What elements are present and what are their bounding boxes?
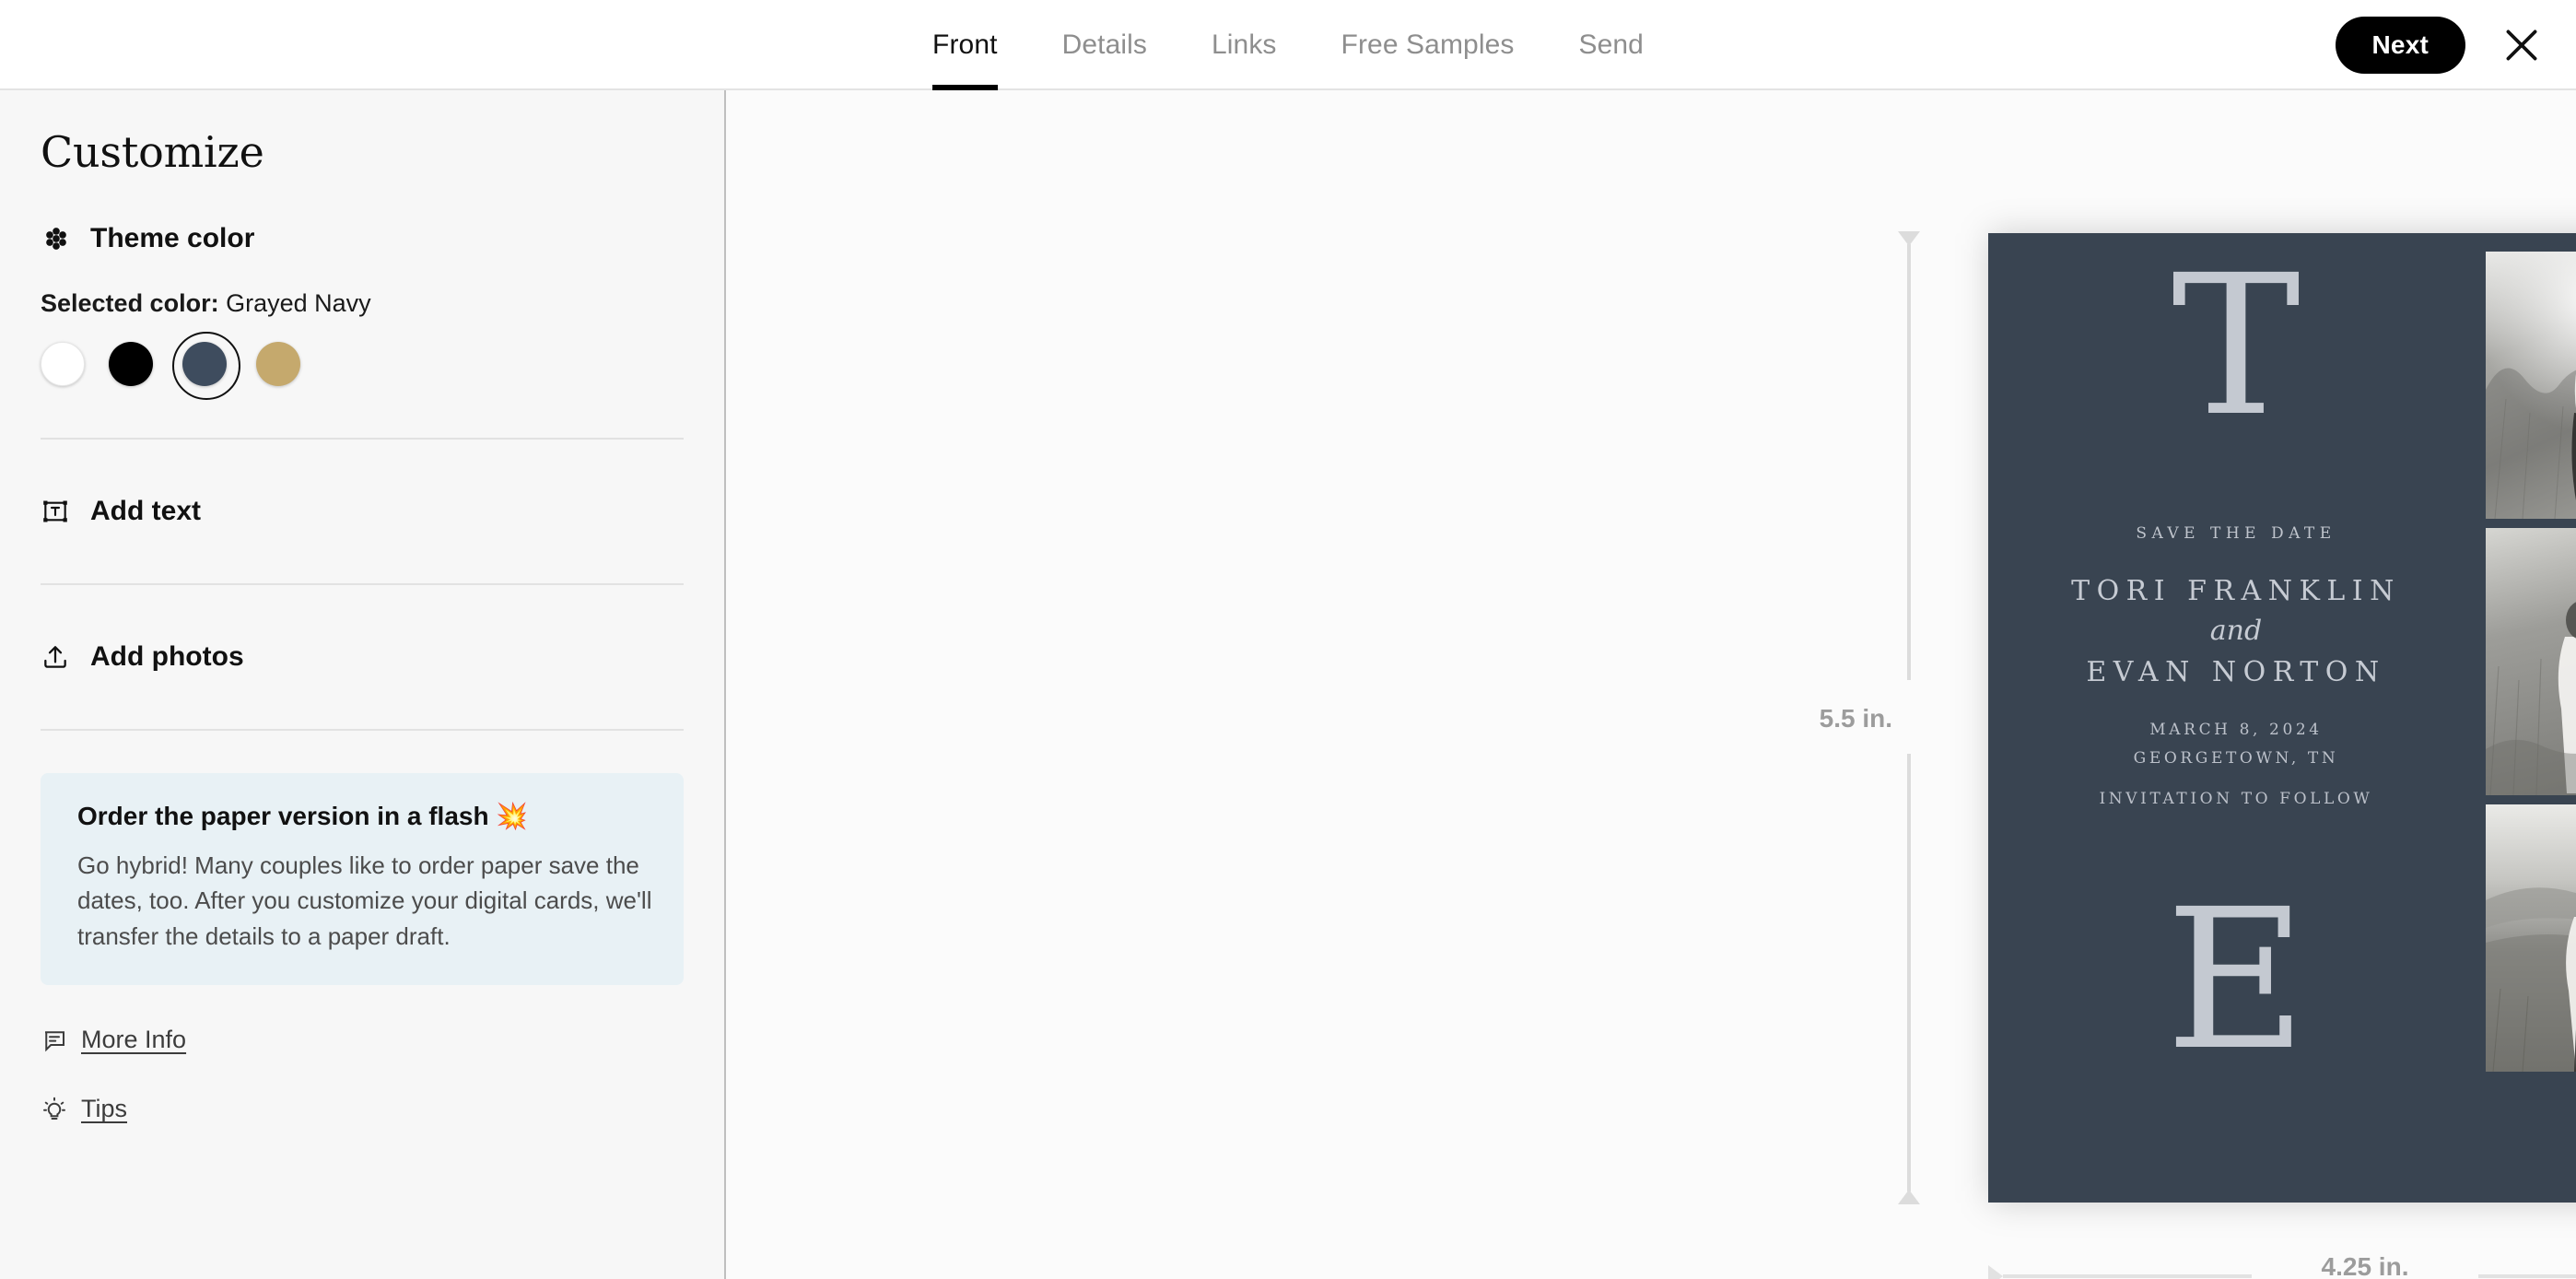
close-icon[interactable] [2499,22,2545,68]
swatch-gold-fill [256,342,300,386]
flower-icon [46,228,66,250]
couple-names: TORI FRANKLIN and EVAN NORTON [1988,570,2484,693]
width-ruler-line-left [2003,1274,2252,1278]
header-actions: Next [2335,0,2546,90]
more-info-label: More Info [81,1026,187,1054]
tab-free-samples[interactable]: Free Samples [1309,0,1547,90]
selected-color-prefix: Selected color: [41,289,219,317]
height-ruler-arrow-bottom [1898,1190,1920,1204]
name-second: EVAN NORTON [2086,656,2386,688]
speech-bubble-icon [45,1031,64,1052]
swatch-white-fill [41,342,85,386]
width-ruler-arrow-left [1988,1265,2003,1279]
height-ruler-gap [1891,680,1927,754]
swatch-white[interactable] [41,342,85,386]
tab-bar: Front Details Links Free Samples Send [900,0,1676,90]
save-the-date-eyebrow: SAVE THE DATE [2136,524,2336,543]
monogram-bottom: E [2165,867,2307,1093]
text-box-icon [43,500,67,522]
tab-free-samples-label: Free Samples [1341,29,1515,60]
selected-color-value: Grayed Navy [226,289,371,317]
height-label: 5.5 in. [1745,695,1892,743]
tab-send[interactable]: Send [1546,0,1675,90]
paper-version-promo-card: Order the paper version in a flash 💥 Go … [41,773,684,986]
swatch-grayed-navy-fill [182,342,227,386]
swatch-gold[interactable] [256,342,300,386]
card-photo-3[interactable] [2486,804,2576,1072]
lightbulb-icon [43,1097,65,1120]
add-photos-label: Add photos [90,641,244,672]
add-text-label: Add text [90,496,201,526]
promo-title: Order the paper version in a flash 💥 [77,802,529,830]
add-photos-row[interactable]: Add photos [41,585,684,729]
card-photo-1[interactable] [2486,252,2576,519]
tab-details[interactable]: Details [1030,0,1179,90]
color-swatch-list [41,332,684,400]
and-word: and [2209,615,2263,647]
event-location: GEORGETOWN, TN [2133,749,2339,769]
swatch-black-fill [109,342,153,386]
customize-sidebar: Customize Theme color Selected color: Gr… [0,90,726,1279]
card-photo-2[interactable] [2486,528,2576,795]
width-ruler: 4.25 in. [1988,1252,2576,1279]
more-info-link[interactable]: More Info [41,1026,684,1054]
preview-canvas: 5.5 in. T SAVE THE DATE TORI FRANKLIN an… [728,90,2576,1279]
promo-body: Go hybrid! Many couples like to order pa… [77,851,652,950]
monogram-top: T [2171,233,2301,459]
tab-links[interactable]: Links [1179,0,1309,90]
couple-embracing-in-field-image [2486,252,2576,519]
app-header: Front Details Links Free Samples Send Ne… [0,0,2576,90]
width-label: 4.25 in. [2321,1252,2409,1279]
card-text-column: T SAVE THE DATE TORI FRANKLIN and EVAN N… [1988,233,2484,1203]
add-text-row[interactable]: Add text [41,440,684,583]
tips-link[interactable]: Tips [41,1095,684,1123]
couple-kissing-on-hillside-image [2486,804,2576,1072]
editor-app: Front Details Links Free Samples Send Ne… [0,0,2576,1279]
save-the-date-card[interactable]: T SAVE THE DATE TORI FRANKLIN and EVAN N… [1988,233,2576,1203]
event-footer: INVITATION TO FOLLOW [2099,790,2373,808]
theme-color-section-header: Theme color [41,223,684,254]
tips-label: Tips [81,1095,128,1123]
swatch-black[interactable] [109,342,153,386]
page-title: Customize [41,127,264,177]
tab-front[interactable]: Front [900,0,1030,90]
tab-send-label: Send [1578,29,1644,60]
event-date: MARCH 8, 2024 [2149,721,2323,739]
tab-links-label: Links [1211,29,1277,60]
swatch-grayed-navy[interactable] [172,332,240,400]
next-button[interactable]: Next [2335,17,2465,74]
tab-front-label: Front [932,29,998,60]
theme-color-label: Theme color [90,223,255,253]
event-details: MARCH 8, 2024 GEORGETOWN, TN [1988,716,2484,774]
width-ruler-line-right [2478,1274,2576,1278]
divider-3 [41,729,684,731]
name-first: TORI FRANKLIN [2071,575,2401,607]
selected-color-readout: Selected color: Grayed Navy [41,289,684,318]
tab-details-label: Details [1061,29,1147,60]
couple-standing-in-tall-grass-image [2486,528,2576,795]
upload-icon [44,646,66,668]
